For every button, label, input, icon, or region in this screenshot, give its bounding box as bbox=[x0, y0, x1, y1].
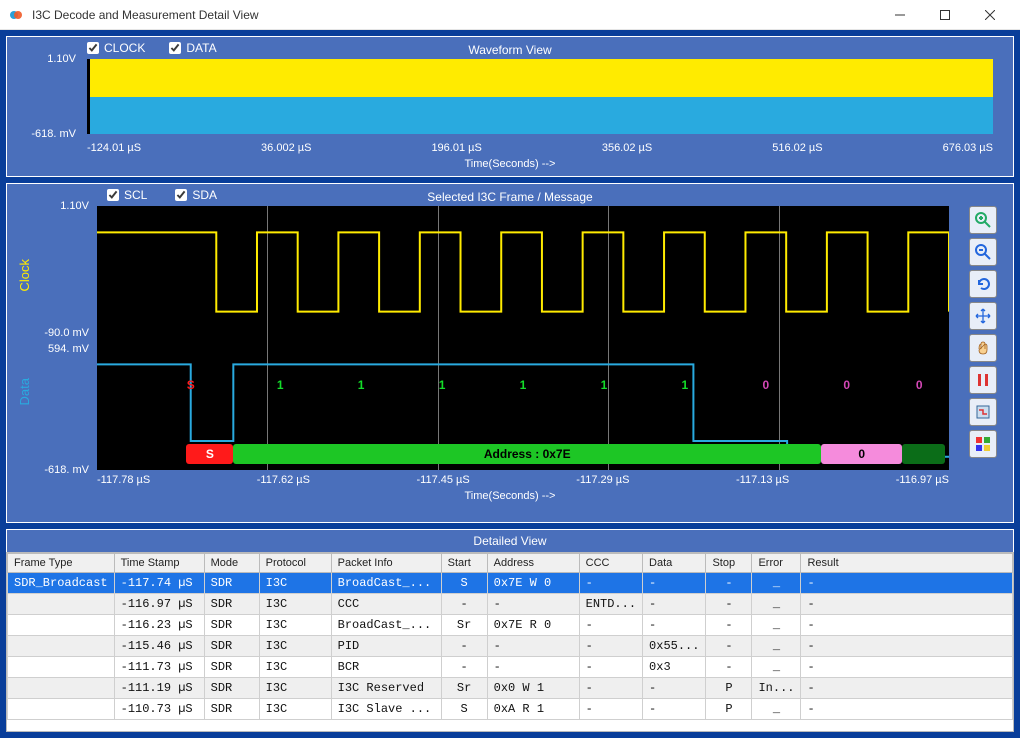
detail-title: Detailed View bbox=[6, 529, 1014, 552]
x-tick: -117.13 µS bbox=[736, 474, 789, 486]
bus-rw: 0 bbox=[821, 444, 902, 464]
col-header[interactable]: CCC bbox=[579, 554, 642, 573]
detail-section: Detailed View Frame TypeTime StampModePr… bbox=[6, 529, 1014, 732]
x-tick: -117.62 µS bbox=[257, 474, 310, 486]
waveform-plot[interactable] bbox=[87, 59, 993, 134]
table-row[interactable]: -111.19 µSSDRI3CI3C ReservedSr0x0 W 1--P… bbox=[8, 678, 1013, 699]
col-header[interactable]: Time Stamp bbox=[114, 554, 204, 573]
clock-vlabel: Clock bbox=[17, 259, 32, 292]
bit-label: 1 bbox=[358, 378, 365, 392]
clock-label: CLOCK bbox=[104, 41, 145, 55]
waveform-panel: Waveform View CLOCK DATA 1.10V -618. mV … bbox=[6, 36, 1014, 177]
pause-button[interactable] bbox=[969, 366, 997, 394]
bit-label: 1 bbox=[682, 378, 689, 392]
minimize-button[interactable] bbox=[877, 0, 922, 30]
table-row[interactable]: -111.73 µSSDRI3CBCR---0x3-_- bbox=[8, 657, 1013, 678]
frame-y-axis: Clock Data 1.10V -90.0 mV 594. mV -618. … bbox=[15, 206, 93, 470]
col-header[interactable]: Mode bbox=[204, 554, 259, 573]
table-row[interactable]: SDR_Broadcast-117.74 µSSDRI3CBroadCast_.… bbox=[8, 573, 1013, 594]
table-row[interactable]: -116.23 µSSDRI3CBroadCast_...Sr0x7E R 0-… bbox=[8, 615, 1013, 636]
x-tick: 516.02 µS bbox=[772, 142, 822, 154]
x-tick: -117.45 µS bbox=[417, 474, 470, 486]
x-tick: 36.002 µS bbox=[261, 142, 311, 154]
frame-x-ticks: -117.78 µS -117.62 µS -117.45 µS -117.29 µS… bbox=[97, 474, 949, 486]
x-tick: 196.01 µS bbox=[431, 142, 481, 154]
frame-toolbar bbox=[969, 206, 997, 458]
hand-button[interactable] bbox=[969, 334, 997, 362]
window-title: I3C Decode and Measurement Detail View bbox=[32, 8, 877, 22]
detail-table: Frame TypeTime StampModeProtocolPacket I… bbox=[7, 553, 1013, 720]
zoom-out-button[interactable] bbox=[969, 238, 997, 266]
bit-label: 0 bbox=[762, 378, 769, 392]
clock-checkbox[interactable]: CLOCK bbox=[87, 41, 145, 55]
bus-start: S bbox=[186, 444, 233, 464]
data-checkbox[interactable]: DATA bbox=[169, 41, 216, 55]
bit-label: 1 bbox=[601, 378, 608, 392]
app-body: Waveform View CLOCK DATA 1.10V -618. mV … bbox=[0, 30, 1020, 738]
x-tick: -117.78 µS bbox=[97, 474, 150, 486]
close-button[interactable] bbox=[967, 0, 1012, 30]
frame-panel: Selected I3C Frame / Message SCL SDA Clo… bbox=[6, 183, 1014, 523]
marker-button[interactable] bbox=[969, 398, 997, 426]
col-header[interactable]: Frame Type bbox=[8, 554, 115, 573]
data-label: DATA bbox=[186, 41, 216, 55]
col-header[interactable]: Protocol bbox=[259, 554, 331, 573]
col-header[interactable]: Data bbox=[643, 554, 706, 573]
frame-legend: SCL SDA bbox=[107, 188, 217, 202]
x-tick: -124.01 µS bbox=[87, 142, 141, 154]
window-titlebar: I3C Decode and Measurement Detail View bbox=[0, 0, 1020, 30]
col-header[interactable]: Error bbox=[752, 554, 801, 573]
waveform-legend: CLOCK DATA bbox=[87, 41, 217, 55]
bus-address: Address : 0x7E bbox=[233, 444, 821, 464]
table-row[interactable]: -110.73 µSSDRI3CI3C Slave ...S0xA R 1--P… bbox=[8, 699, 1013, 720]
waveform-x-label: Time(Seconds) --> bbox=[7, 158, 1013, 170]
bit-label: 1 bbox=[277, 378, 284, 392]
bus-tail bbox=[902, 444, 945, 464]
zoom-in-button[interactable] bbox=[969, 206, 997, 234]
detail-table-wrap[interactable]: Frame TypeTime StampModeProtocolPacket I… bbox=[6, 552, 1014, 732]
window-controls bbox=[877, 0, 1012, 30]
bit-label: 1 bbox=[439, 378, 446, 392]
data-vlabel: Data bbox=[17, 378, 32, 405]
table-row[interactable]: -115.46 µSSDRI3CPID---0x55...-_- bbox=[8, 636, 1013, 657]
col-header[interactable]: Stop bbox=[706, 554, 752, 573]
undo-button[interactable] bbox=[969, 270, 997, 298]
frame-plot[interactable]: S111111000 SAddress : 0x7E0 bbox=[97, 206, 949, 470]
bit-label: 1 bbox=[520, 378, 527, 392]
table-row[interactable]: -116.97 µSSDRI3CCCC--ENTD...--_- bbox=[8, 594, 1013, 615]
table-header-row: Frame TypeTime StampModeProtocolPacket I… bbox=[8, 554, 1013, 573]
x-tick: 356.02 µS bbox=[602, 142, 652, 154]
app-icon bbox=[8, 7, 24, 23]
scl-checkbox[interactable]: SCL bbox=[107, 188, 147, 202]
waveform-x-ticks: -124.01 µS 36.002 µS 196.01 µS 356.02 µS 516… bbox=[87, 142, 993, 154]
col-header[interactable]: Result bbox=[801, 554, 1013, 573]
col-header[interactable]: Start bbox=[441, 554, 487, 573]
pan-button[interactable] bbox=[969, 302, 997, 330]
x-tick: -116.97 µS bbox=[896, 474, 949, 486]
waveform-y-axis: 1.10V -618. mV bbox=[15, 59, 80, 134]
x-tick: 676.03 µS bbox=[943, 142, 993, 154]
sda-checkbox[interactable]: SDA bbox=[175, 188, 217, 202]
col-header[interactable]: Packet Info bbox=[331, 554, 441, 573]
color-button[interactable] bbox=[969, 430, 997, 458]
bit-label: S bbox=[187, 378, 195, 392]
bit-label: 0 bbox=[843, 378, 850, 392]
bit-label: 0 bbox=[916, 378, 923, 392]
frame-x-label: Time(Seconds) --> bbox=[7, 490, 1013, 502]
maximize-button[interactable] bbox=[922, 0, 967, 30]
x-tick: -117.29 µS bbox=[576, 474, 629, 486]
col-header[interactable]: Address bbox=[487, 554, 579, 573]
